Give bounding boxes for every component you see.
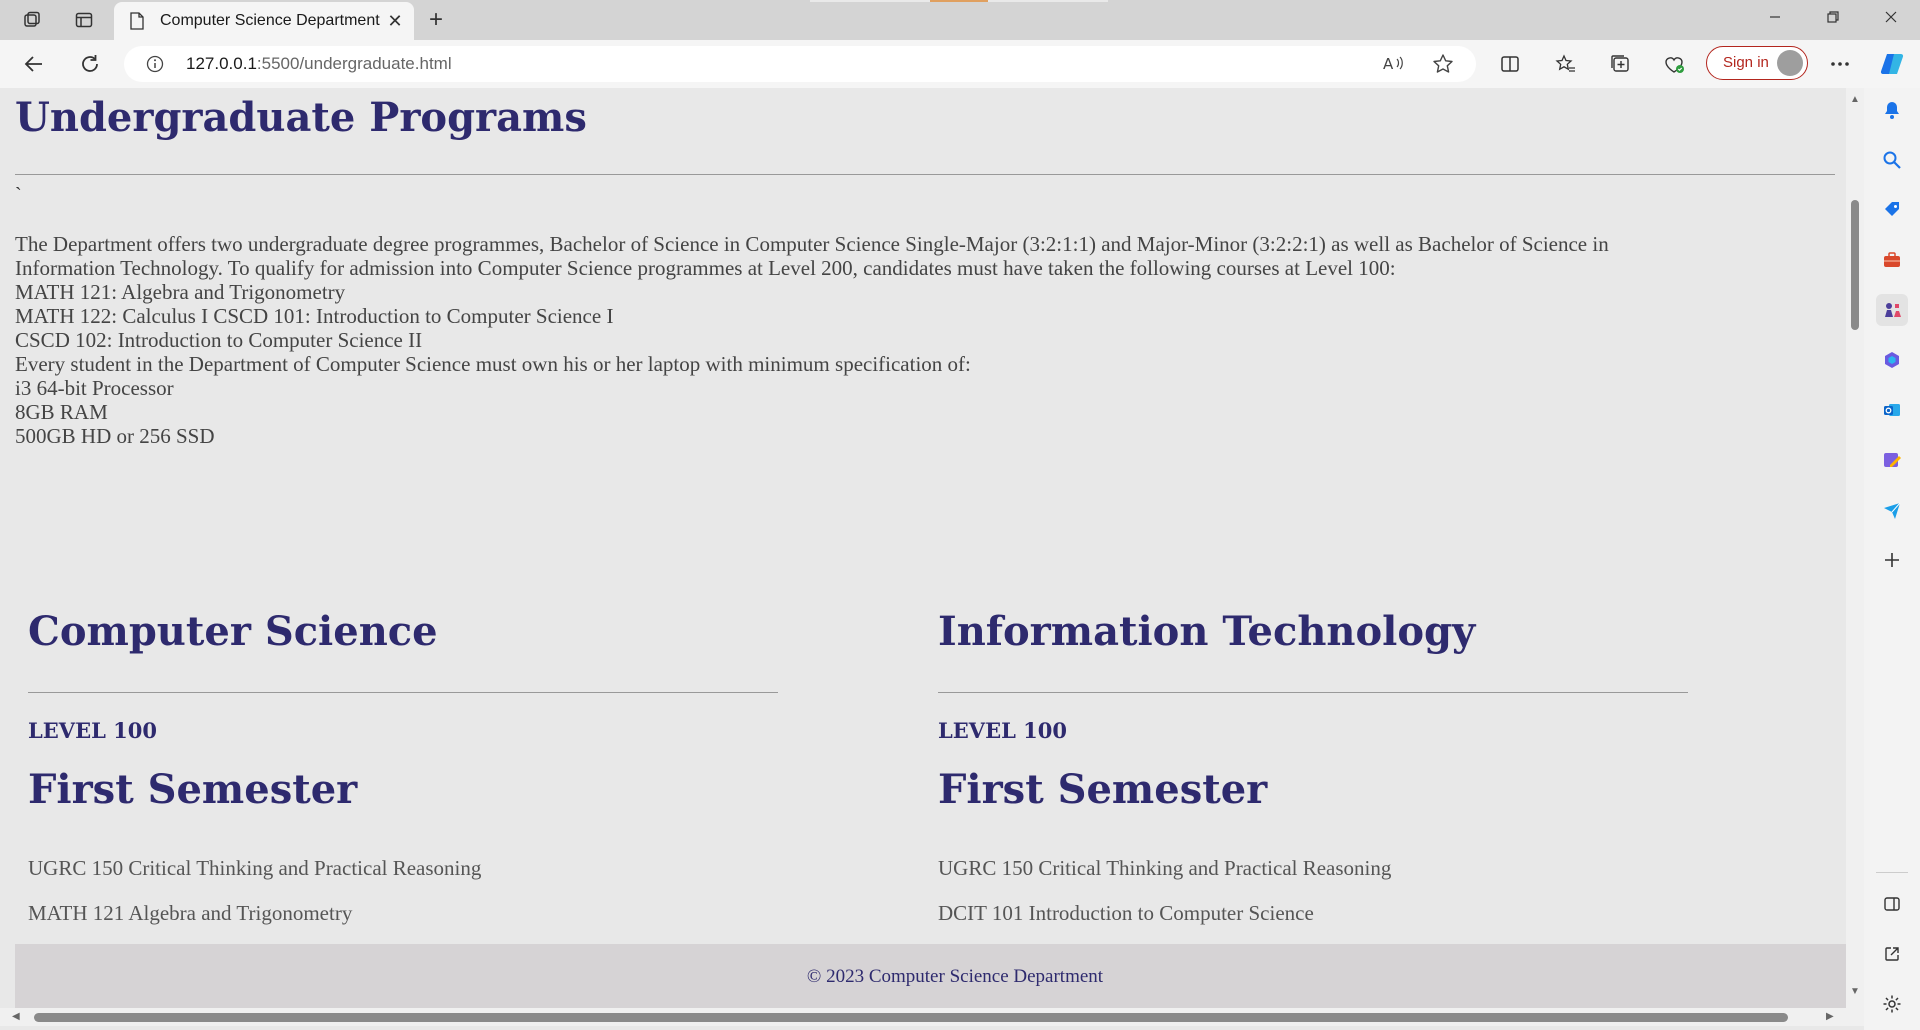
course-item: UGRC 150 Critical Thinking and Practical… [938,856,1392,880]
avatar [1777,50,1803,76]
favorite-star-icon[interactable] [1432,53,1456,75]
restore-icon[interactable] [1810,4,1856,36]
microsoft365-icon[interactable] [1876,344,1908,376]
horizontal-scroll-thumb[interactable] [34,1013,1788,1022]
games-icon[interactable] [1876,294,1908,326]
page-footer: © 2023 Computer Science Department [15,944,1846,1008]
sidebar-toggle-icon[interactable] [1876,888,1908,920]
tab-active[interactable]: Computer Science Department ✕ [114,2,414,40]
vertical-scrollbar[interactable]: ▲ ▼ [1846,88,1864,1008]
horizontal-scrollbar[interactable]: ◀ ▶ [0,1008,1864,1026]
info-icon[interactable] [146,55,164,73]
search-icon[interactable] [1876,144,1908,176]
scroll-right-arrow-icon[interactable]: ▶ [1826,1011,1834,1022]
tools-icon[interactable] [1876,244,1908,276]
intro-line: 500GB HD or 256 SSD [15,424,215,448]
add-icon[interactable] [1876,544,1908,576]
tab-actions-icon[interactable] [68,6,100,34]
column-divider [938,692,1688,693]
shopping-icon[interactable] [1876,194,1908,226]
intro-line: MATH 122: Calculus I CSCD 101: Introduct… [15,304,614,328]
svg-text:A: A [1383,55,1394,73]
designer-icon[interactable] [1876,444,1908,476]
level-label: LEVEL 100 [28,718,157,743]
sign-in-label: Sign in [1723,54,1769,71]
scroll-down-arrow-icon[interactable]: ▼ [1850,986,1860,997]
browser-title-bar: Computer Science Department ✕ + [0,0,1920,40]
sidebar-divider [1876,872,1908,873]
intro-line: MATH 121: Algebra and Trigonometry [15,280,346,304]
intro-line: Information Technology. To qualify for a… [15,256,1396,280]
close-window-icon[interactable] [1868,4,1914,36]
column-heading: Computer Science [28,608,438,655]
column-heading: Information Technology [938,608,1476,655]
scroll-up-arrow-icon[interactable]: ▲ [1850,94,1860,105]
sign-in-button[interactable]: Sign in [1706,46,1808,80]
settings-icon[interactable] [1876,988,1908,1020]
back-icon[interactable] [20,50,48,78]
collections-icon[interactable] [1606,50,1634,78]
read-aloud-icon[interactable]: A [1382,53,1406,75]
intro-line: Every student in the Department of Compu… [15,352,971,376]
refresh-icon[interactable] [76,50,104,78]
outlook-icon[interactable] [1876,394,1908,426]
drag-strip [810,0,930,2]
send-icon[interactable] [1876,494,1908,526]
intro-text: The Department offers two undergraduate … [15,232,1805,448]
course-item: UGRC 150 Critical Thinking and Practical… [28,856,482,880]
new-tab-button[interactable]: + [420,6,452,34]
url-path: :5500/undergraduate.html [256,54,452,73]
page-icon [130,12,144,30]
column-divider [28,692,778,693]
course-item: DCIT 101 Introduction to Computer Scienc… [938,901,1314,925]
course-item: MATH 121 Algebra and Trigonometry [28,901,353,925]
intro-line: 8GB RAM [15,400,108,424]
drag-strip [988,0,1108,2]
tab-title: Computer Science Department [160,12,380,29]
favorites-icon[interactable] [1552,50,1580,78]
title-divider [15,174,1835,175]
url-host: 127.0.0.1 [186,54,257,73]
more-icon[interactable] [1826,50,1854,78]
semester-heading: First Semester [938,766,1268,813]
intro-line: i3 64-bit Processor [15,376,174,400]
page-title: Undergraduate Programs [15,94,587,141]
vertical-scroll-thumb[interactable] [1851,200,1859,330]
browser-toolbar: 127.0.0.1:5500/undergraduate.html A Sign… [0,40,1920,88]
intro-line: CSCD 102: Introduction to Computer Scien… [15,328,423,352]
level-label: LEVEL 100 [938,718,1067,743]
close-tab-icon[interactable]: ✕ [384,10,406,32]
notifications-icon[interactable] [1876,94,1908,126]
semester-heading: First Semester [28,766,358,813]
intro-line: The Department offers two undergraduate … [15,232,1609,256]
edge-sidebar [1864,88,1920,1030]
footer-copyright: © 2023 Computer Science Department [806,966,1104,987]
url-text[interactable]: 127.0.0.1:5500/undergraduate.html [186,54,452,74]
workspaces-icon[interactable] [16,6,48,34]
browser-essentials-icon[interactable] [1660,50,1688,78]
drag-strip-accent [930,0,988,2]
address-bar[interactable]: 127.0.0.1:5500/undergraduate.html A [124,46,1476,82]
copilot-icon[interactable] [1878,50,1906,78]
minimize-icon[interactable] [1752,4,1798,36]
external-link-icon[interactable] [1876,938,1908,970]
stray-character: ` [15,184,22,206]
page-viewport: Undergraduate Programs ` The Department … [0,88,1846,1030]
scroll-left-arrow-icon[interactable]: ◀ [12,1011,20,1022]
split-screen-icon[interactable] [1496,50,1524,78]
